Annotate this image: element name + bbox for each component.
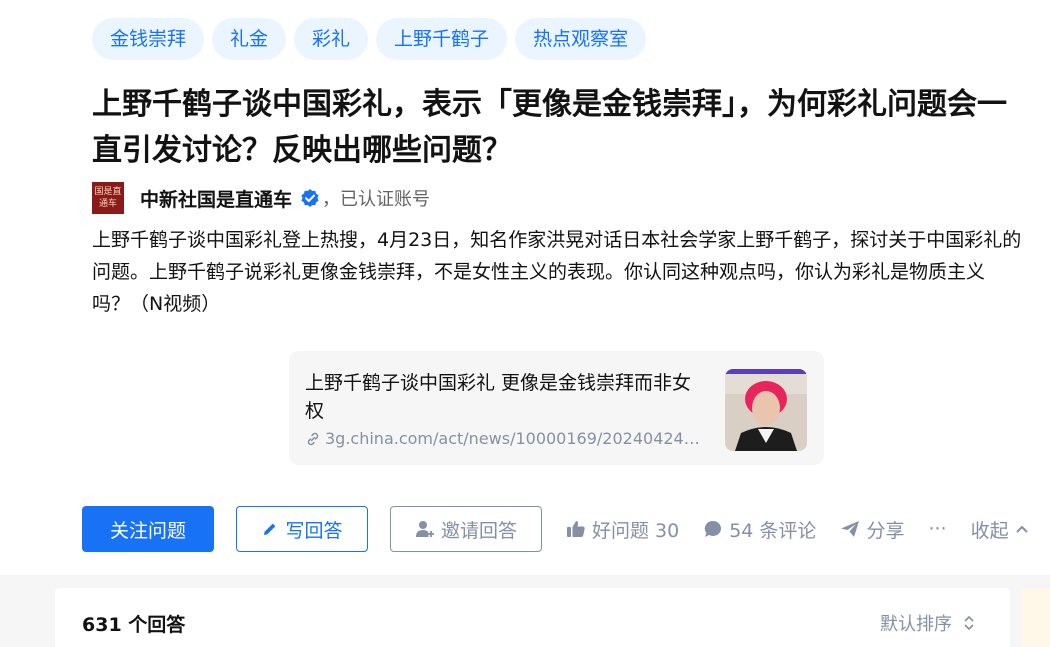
topic-tag[interactable]: 金钱崇拜 xyxy=(92,18,205,60)
link-icon xyxy=(307,432,319,445)
write-answer-button[interactable]: 写回答 xyxy=(236,506,368,552)
sort-dropdown[interactable]: 默认排序 xyxy=(880,610,976,636)
topic-tags: 金钱崇拜 礼金 彩礼 上野千鹤子 热点观察室 xyxy=(92,18,647,60)
follow-question-button[interactable]: 关注问题 xyxy=(82,506,214,552)
topic-tag[interactable]: 热点观察室 xyxy=(515,18,647,60)
answers-count: 631 个回答 xyxy=(82,614,186,636)
comments-button[interactable]: 54 条评论 xyxy=(703,516,816,543)
thumbs-up-icon xyxy=(567,521,585,537)
topic-tag[interactable]: 礼金 xyxy=(212,18,287,60)
link-card-url-row: 3g.china.com/act/news/10000169/20240424… xyxy=(305,429,705,448)
verified-label: ，已认证账号 xyxy=(322,189,431,210)
comment-icon xyxy=(705,520,722,537)
collapse-label: 收起 xyxy=(970,519,1009,542)
author-row: 国是直通车 中新社国是直通车 ，已认证账号 xyxy=(92,182,430,214)
topic-tag[interactable]: 彩礼 xyxy=(294,18,369,60)
add-user-icon xyxy=(415,521,434,537)
pencil-icon xyxy=(264,523,276,535)
collapse-button[interactable]: 收起 xyxy=(971,516,1029,543)
write-answer-label: 写回答 xyxy=(285,519,343,542)
topic-tag[interactable]: 上野千鹤子 xyxy=(376,18,508,60)
chevron-up-icon xyxy=(1015,525,1028,533)
good-question-button[interactable]: 好问题 30 xyxy=(566,516,679,543)
comments-label: 54 条评论 xyxy=(729,519,817,542)
invite-answer-label: 邀请回答 xyxy=(440,519,517,542)
question-description: 上野千鹤子谈中国彩礼登上热搜，4月23日，知名作家洪晃对话日本社会学家上野千鹤子… xyxy=(92,229,1022,315)
author-name[interactable]: 中新社国是直通车 xyxy=(140,185,292,212)
more-options-button[interactable]: ··· xyxy=(928,518,946,540)
link-card-thumbnail xyxy=(725,369,807,451)
sort-label: 默认排序 xyxy=(880,614,952,635)
good-question-label: 好问题 30 xyxy=(592,519,680,542)
link-card-title: 上野千鹤子谈中国彩礼 更像是金钱崇拜而非女权 xyxy=(305,372,692,422)
verified-badge-icon xyxy=(301,189,319,207)
question-title: 上野千鹤子谈中国彩礼，表示「更像是金钱崇拜」，为何彩礼问题会一直引发讨论？反映出… xyxy=(92,87,1007,168)
sidebar-card xyxy=(1022,588,1050,647)
answers-header: 631 个回答 默认排序 xyxy=(55,588,1010,647)
link-card[interactable]: 上野千鹤子谈中国彩礼 更像是金钱崇拜而非女权 3g.china.com/act/… xyxy=(289,351,824,465)
sort-chevrons-icon xyxy=(964,615,974,631)
link-card-url: 3g.china.com/act/news/10000169/20240424… xyxy=(325,429,700,448)
avatar-logo-text: 国是直通车 xyxy=(94,187,122,209)
share-label: 分享 xyxy=(866,519,905,542)
share-icon xyxy=(841,521,860,537)
share-button[interactable]: 分享 xyxy=(840,516,904,543)
avatar[interactable]: 国是直通车 xyxy=(92,182,124,214)
invite-answer-button[interactable]: 邀请回答 xyxy=(390,506,542,552)
question-actions: 关注问题 写回答 邀请回答 好问题 30 54 条评论 分享 ··· 收起 xyxy=(82,506,1029,552)
